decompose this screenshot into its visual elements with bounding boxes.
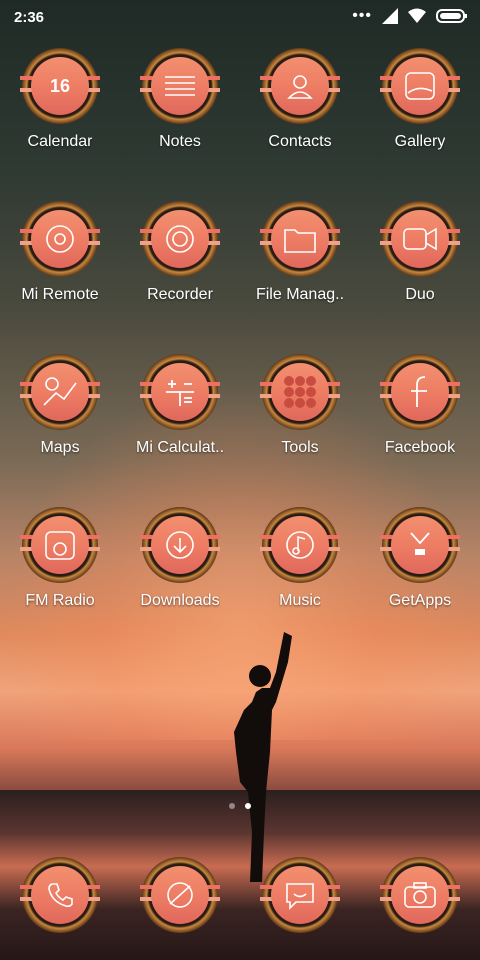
app-shortcut[interactable]: Music <box>240 507 360 660</box>
tools-folder-icon[interactable] <box>271 363 329 421</box>
calculator-icon[interactable] <box>151 363 209 421</box>
app-label: Facebook <box>384 439 456 456</box>
app-icon-frame[interactable] <box>20 201 100 277</box>
app-shortcut[interactable]: 16 Calendar <box>0 48 120 201</box>
folder-icon[interactable] <box>271 210 329 268</box>
app-shortcut[interactable]: Tools <box>240 354 360 507</box>
app-icon-frame[interactable] <box>260 48 340 124</box>
cell-signal-icon <box>382 8 398 24</box>
app-icon-frame[interactable] <box>20 857 100 933</box>
app-label: Music <box>279 592 321 609</box>
app-shortcut[interactable]: Recorder <box>120 201 240 354</box>
radio-icon[interactable] <box>31 516 89 574</box>
app-label: GetApps <box>388 592 452 609</box>
app-label: Mi Remote <box>21 286 99 303</box>
app-icon-frame[interactable] <box>380 507 460 583</box>
video-call-icon[interactable] <box>391 210 449 268</box>
app-icon-frame[interactable] <box>140 354 220 430</box>
app-icon-frame[interactable] <box>140 201 220 277</box>
status-icons: ••• <box>352 7 468 25</box>
app-icon-frame[interactable] <box>260 857 340 933</box>
calendar-badge: 16 <box>49 76 71 96</box>
wifi-icon <box>408 8 426 23</box>
app-icon-frame[interactable] <box>260 354 340 430</box>
app-label: Tools <box>281 439 319 456</box>
app-label: Mi Calculat.. <box>135 439 225 456</box>
gallery-icon[interactable] <box>391 57 449 115</box>
dock <box>0 857 480 933</box>
app-icon-frame[interactable] <box>380 48 460 124</box>
app-label: FM Radio <box>25 592 95 609</box>
dock-shortcut[interactable] <box>240 857 360 933</box>
more-notifications-icon: ••• <box>352 7 372 24</box>
remote-icon[interactable] <box>31 210 89 268</box>
app-label: Gallery <box>394 133 446 150</box>
app-label: File Manag.. <box>255 286 345 303</box>
app-icon-frame[interactable] <box>380 857 460 933</box>
page-dot-1[interactable] <box>229 803 235 809</box>
facebook-icon[interactable] <box>391 363 449 421</box>
app-label: Recorder <box>147 286 213 303</box>
app-shortcut[interactable]: Mi Remote <box>0 201 120 354</box>
app-shortcut[interactable]: Duo <box>360 201 480 354</box>
wallpaper-silhouette <box>234 632 292 882</box>
app-shortcut[interactable]: FM Radio <box>0 507 120 660</box>
app-grid: 16 Calendar Notes Contacts Gallery Mi Remote… <box>0 48 480 660</box>
app-shortcut[interactable]: Contacts <box>240 48 360 201</box>
messaging-icon[interactable] <box>271 866 329 924</box>
recorder-icon[interactable] <box>151 210 209 268</box>
calendar-icon[interactable]: 16 <box>31 57 89 115</box>
app-shortcut[interactable]: Facebook <box>360 354 480 507</box>
music-icon[interactable] <box>271 516 329 574</box>
page-dot-2[interactable] <box>245 803 251 809</box>
app-shortcut[interactable]: Notes <box>120 48 240 201</box>
notes-icon[interactable] <box>151 57 209 115</box>
app-label: Notes <box>159 133 201 150</box>
battery-icon <box>436 9 467 23</box>
app-icon-frame[interactable] <box>20 507 100 583</box>
app-icon-frame[interactable] <box>380 354 460 430</box>
store-icon[interactable] <box>391 516 449 574</box>
browser-icon[interactable] <box>151 866 209 924</box>
app-icon-frame[interactable] <box>380 201 460 277</box>
app-shortcut[interactable]: Downloads <box>120 507 240 660</box>
app-label: Duo <box>405 286 435 303</box>
app-label: Downloads <box>140 592 220 609</box>
app-icon-frame[interactable] <box>20 354 100 430</box>
app-icon-frame[interactable]: 16 <box>20 48 100 124</box>
page-indicator <box>0 803 480 809</box>
phone-icon[interactable] <box>31 866 89 924</box>
dock-shortcut[interactable] <box>360 857 480 933</box>
app-label: Calendar <box>27 133 93 150</box>
app-icon-frame[interactable] <box>260 507 340 583</box>
camera-icon[interactable] <box>391 866 449 924</box>
app-shortcut[interactable]: File Manag.. <box>240 201 360 354</box>
app-shortcut[interactable]: GetApps <box>360 507 480 660</box>
app-label: Contacts <box>268 133 332 150</box>
contacts-icon[interactable] <box>271 57 329 115</box>
dock-shortcut[interactable] <box>0 857 120 933</box>
download-icon[interactable] <box>151 516 209 574</box>
app-icon-frame[interactable] <box>140 507 220 583</box>
app-icon-frame[interactable] <box>140 857 220 933</box>
app-shortcut[interactable]: Mi Calculat.. <box>120 354 240 507</box>
app-icon-frame[interactable] <box>260 201 340 277</box>
maps-icon[interactable] <box>31 363 89 421</box>
status-time: 2:36 <box>14 9 45 26</box>
app-icon-frame[interactable] <box>140 48 220 124</box>
app-shortcut[interactable]: Maps <box>0 354 120 507</box>
dock-shortcut[interactable] <box>120 857 240 933</box>
status-bar: 2:36 ••• <box>0 0 480 34</box>
app-label: Maps <box>40 439 80 456</box>
app-shortcut[interactable]: Gallery <box>360 48 480 201</box>
